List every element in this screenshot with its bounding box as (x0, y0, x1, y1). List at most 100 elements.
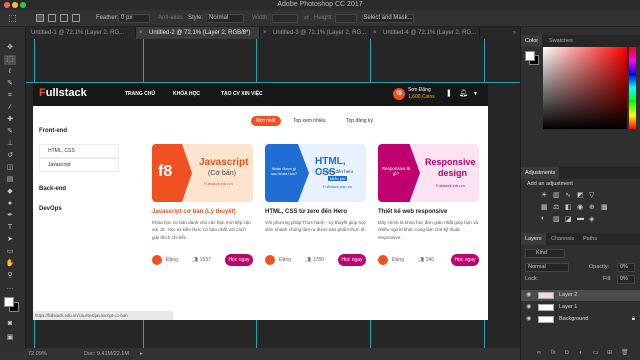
style-select[interactable]: Normal (206, 14, 244, 23)
more-tools-icon[interactable]: … (4, 283, 16, 293)
antialias-checkbox[interactable]: Anti-alias (158, 10, 183, 27)
intersect-selection-icon[interactable] (72, 14, 80, 22)
new-selection-icon[interactable] (36, 14, 44, 22)
blend-mode-select[interactable]: Normal (525, 263, 569, 272)
course-name[interactable]: Thiết kế web responsive (378, 209, 479, 215)
fg-color-chip[interactable] (525, 51, 535, 61)
avatar[interactable]: f8 (393, 88, 405, 100)
sidebar-group-frontend[interactable]: Front-end (39, 128, 67, 134)
group-icon[interactable]: ▭ (593, 347, 599, 360)
course-thumbnail[interactable]: f8 Javascript (Cơ bản) Fullstack.edu.vn (152, 144, 253, 202)
learn-now-button[interactable]: Học ngay (338, 254, 366, 266)
course-thumbnail[interactable]: Responsive là gì? Responsive design Full… (378, 144, 479, 202)
hand-tool-icon[interactable]: ✋ (4, 259, 16, 269)
tab-adjustments[interactable]: Adjustments (521, 167, 560, 179)
quick-selection-icon[interactable]: ✎ (4, 79, 16, 89)
vibrance-icon[interactable]: ▽ (589, 191, 594, 199)
photo-filter-icon[interactable]: ◉ (577, 203, 583, 211)
channel-mixer-icon[interactable]: ⊕ (589, 203, 595, 211)
adjustment-layer-icon[interactable]: ◐ (579, 347, 583, 360)
marquee-tool-icon[interactable]: ⬚ (8, 10, 17, 27)
filter-most-registered[interactable]: Top đăng ký (341, 116, 378, 126)
learn-now-button[interactable]: Học ngay (451, 254, 479, 266)
new-layer-icon[interactable]: ⊞ (607, 347, 612, 360)
history-brush-icon[interactable]: ↺ (4, 151, 16, 161)
width-input[interactable] (272, 14, 298, 23)
learn-now-button[interactable]: Học ngay (225, 254, 253, 266)
gradient-map-icon[interactable]: ▬ (577, 215, 584, 222)
tab-untitled-3[interactable]: × Untitled-3 @ 72.1% (Layer 2, RG... (260, 27, 370, 39)
height-input[interactable] (335, 14, 357, 23)
nav-create-cv[interactable]: TẠO CV XIN VIỆC (221, 82, 263, 106)
eraser-tool-icon[interactable]: ◫ (4, 163, 16, 173)
sidebar-item-javascript[interactable]: Javascript (39, 158, 119, 172)
tab-layers[interactable]: Layers (521, 233, 546, 245)
layer-kind-filter[interactable]: Kind (525, 249, 565, 258)
course-name[interactable]: HTML, CSS từ zero đến Hero (265, 209, 366, 215)
move-tool-icon[interactable]: ✥ (4, 43, 16, 53)
tab-paths[interactable]: Paths (579, 233, 601, 245)
exposure-icon[interactable]: ◩ (577, 191, 584, 199)
screen-mode-icon[interactable]: ▣ (4, 333, 16, 343)
clone-stamp-icon[interactable]: ⊥ (4, 139, 16, 149)
nav-courses[interactable]: KHÓA HỌC (173, 82, 200, 106)
brightness-contrast-icon[interactable]: ☀ (541, 191, 547, 199)
selective-color-icon[interactable]: ◈ (589, 215, 594, 223)
chevron-down-icon[interactable]: ▼ (473, 91, 478, 97)
invert-icon[interactable]: ◐ (541, 215, 545, 222)
levels-icon[interactable]: ▥ (553, 191, 560, 199)
blur-tool-icon[interactable]: ◆ (4, 187, 16, 197)
tab-close-icon[interactable]: × (263, 27, 267, 39)
crop-tool-icon[interactable]: ⌗ (4, 91, 16, 101)
type-tool-icon[interactable]: T (4, 223, 16, 233)
filter-most-viewed[interactable]: Top xem nhiều (288, 116, 331, 126)
sidebar-group-devops[interactable]: DevOps (39, 206, 62, 212)
hue-slider[interactable] (629, 47, 636, 129)
zoom-tool-icon[interactable]: ⚲ (4, 271, 16, 281)
healing-brush-icon[interactable]: ✚ (4, 115, 16, 125)
select-and-mask-button[interactable]: Select and Mask... (362, 14, 414, 23)
threshold-icon[interactable]: ◪ (565, 215, 572, 223)
trash-icon[interactable]: 🗑︎ (621, 347, 629, 360)
posterize-icon[interactable]: ▨ (553, 215, 560, 223)
eye-icon[interactable]: ◉ (526, 290, 531, 301)
eye-icon[interactable]: ◉ (526, 314, 531, 325)
subtract-selection-icon[interactable] (60, 14, 68, 22)
course-name[interactable]: Javascript cơ bản (Lý thuyết) (152, 209, 253, 215)
fx-icon[interactable]: fx (551, 347, 556, 360)
layer-row[interactable]: ◉ Layer 1 (521, 302, 640, 313)
more-tabs-icon[interactable]: » (513, 27, 516, 39)
rectangular-marquee-icon[interactable]: ⬚ (4, 55, 16, 65)
swap-icon[interactable]: ⇄ (304, 10, 309, 27)
course-card[interactable]: f8 Javascript (Cơ bản) Fullstack.edu.vn … (152, 144, 253, 266)
nav-home[interactable]: TRANG CHỦ (125, 82, 155, 106)
rectangle-tool-icon[interactable]: ▭ (4, 247, 16, 257)
course-card[interactable]: Responsive là gì? Responsive design Full… (378, 144, 479, 266)
dodge-tool-icon[interactable]: ● (4, 199, 16, 209)
status-arrow-icon[interactable]: ▸ (140, 348, 143, 360)
color-balance-icon[interactable]: ⚖ (553, 203, 559, 211)
foreground-color-swatch[interactable] (4, 297, 14, 307)
course-card[interactable]: Nhận được gì sau khóa học? HTML, CSS từ … (265, 144, 366, 266)
lasso-tool-icon[interactable]: ℓ (4, 67, 16, 77)
tab-swatches[interactable]: Swatches (545, 35, 577, 47)
path-selection-icon[interactable]: ➤ (4, 235, 16, 245)
tab-untitled-2[interactable]: × Untitled-2 @ 72.1% (Layer 2, RGB/8*) (136, 27, 260, 39)
add-selection-icon[interactable] (48, 14, 56, 22)
zoom-level[interactable]: 72.09% (28, 348, 47, 360)
tab-color[interactable]: Color (521, 35, 543, 47)
color-lookup-icon[interactable]: ▩ (601, 203, 608, 211)
brush-tool-icon[interactable]: ✎ (4, 127, 16, 137)
sidebar-item-html-css[interactable]: HTML, CSS (39, 144, 119, 158)
mask-icon[interactable]: ◘ (565, 347, 569, 360)
quick-mask-icon[interactable]: ◙ (4, 319, 16, 329)
site-logo[interactable]: Fullstack (39, 87, 87, 99)
filter-newest[interactable]: Mới nhất (251, 116, 281, 126)
close-window-button[interactable] (4, 2, 10, 8)
tab-untitled-4[interactable]: × Untitled-4 @ 72.1% (Layer 2, RG... (370, 27, 480, 39)
pen-tool-icon[interactable]: ✒ (4, 211, 16, 221)
curves-icon[interactable]: ∿ (565, 191, 571, 199)
bell-icon[interactable]: 🔔︎ (459, 89, 468, 97)
black-white-icon[interactable]: ◧ (565, 203, 572, 211)
color-picker-field[interactable] (543, 47, 627, 129)
